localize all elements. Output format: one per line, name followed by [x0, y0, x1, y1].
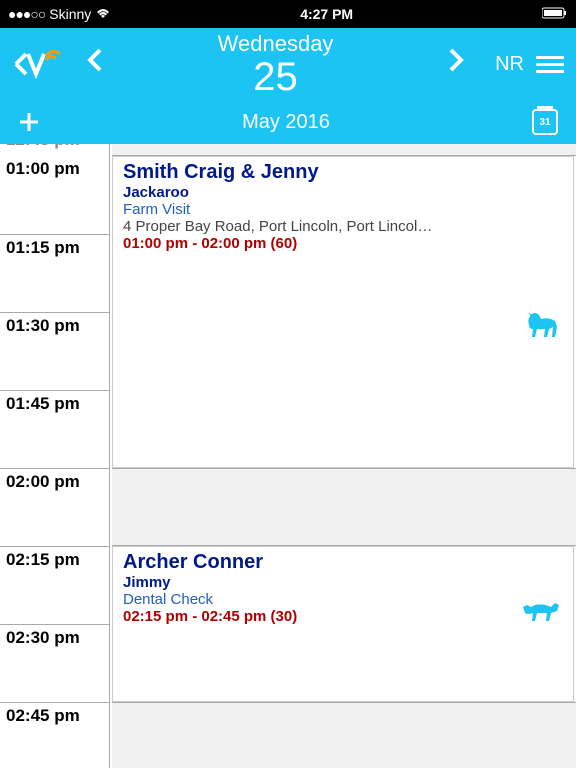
add-button[interactable]	[18, 104, 40, 141]
horse-icon	[521, 307, 563, 355]
wifi-icon	[95, 8, 111, 20]
patient-name: Jimmy	[123, 574, 563, 591]
patient-name: Jackaroo	[123, 184, 563, 201]
client-name: Archer Conner	[123, 551, 563, 574]
status-time: 4:27 PM	[300, 6, 353, 22]
time-label: 02:45 pm	[0, 702, 109, 768]
weekday-label: Wednesday	[122, 31, 429, 57]
status-bar: ●●●○○ Skinny 4:27 PM	[0, 0, 576, 28]
day-number: 25	[122, 57, 429, 97]
back-logo[interactable]	[12, 44, 68, 84]
appointment-card[interactable]: Archer Conner Jimmy Dental Check 02:15 p…	[112, 546, 574, 702]
appointment-time: 02:15 pm - 02:45 pm (30)	[123, 608, 563, 625]
visit-reason: Farm Visit	[123, 201, 563, 218]
date-display[interactable]: Wednesday 25	[122, 31, 429, 97]
time-label: 01:15 pm	[0, 234, 109, 312]
time-column: 12:45 pm 01:00 pm 01:15 pm 01:30 pm 01:4…	[0, 144, 110, 768]
nr-button[interactable]: NR	[483, 53, 536, 76]
month-year-label[interactable]: May 2016	[40, 111, 532, 134]
time-label: 12:45 pm	[0, 144, 109, 150]
time-label: 02:15 pm	[0, 546, 109, 624]
appointment-time: 01:00 pm - 02:00 pm (60)	[123, 235, 563, 252]
events-column[interactable]: Smith Craig & Jenny Jackaroo Farm Visit …	[110, 144, 576, 768]
visit-reason: Dental Check	[123, 591, 563, 608]
time-label: 01:45 pm	[0, 390, 109, 468]
appointment-card[interactable]: Smith Craig & Jenny Jackaroo Farm Visit …	[112, 156, 574, 468]
time-label: 02:30 pm	[0, 624, 109, 702]
calendar-grid[interactable]: 12:45 pm 01:00 pm 01:15 pm 01:30 pm 01:4…	[0, 144, 576, 768]
signal-dots: ●●●○○	[8, 6, 45, 22]
next-day-button[interactable]	[429, 46, 483, 82]
calendar-icon[interactable]: 31	[532, 109, 558, 135]
time-label: 02:00 pm	[0, 468, 109, 546]
client-name: Smith Craig & Jenny	[123, 161, 563, 184]
appointment-address: 4 Proper Bay Road, Port Lincoln, Port Li…	[123, 218, 563, 235]
time-label: 01:30 pm	[0, 312, 109, 390]
prev-day-button[interactable]	[68, 46, 122, 82]
dog-icon	[521, 593, 563, 637]
time-label: 01:00 pm	[0, 156, 109, 234]
app-header: Wednesday 25 NR May 2016 31	[0, 28, 576, 144]
battery-icon	[542, 6, 568, 22]
carrier-label: Skinny	[49, 6, 91, 22]
menu-icon[interactable]	[536, 52, 564, 77]
